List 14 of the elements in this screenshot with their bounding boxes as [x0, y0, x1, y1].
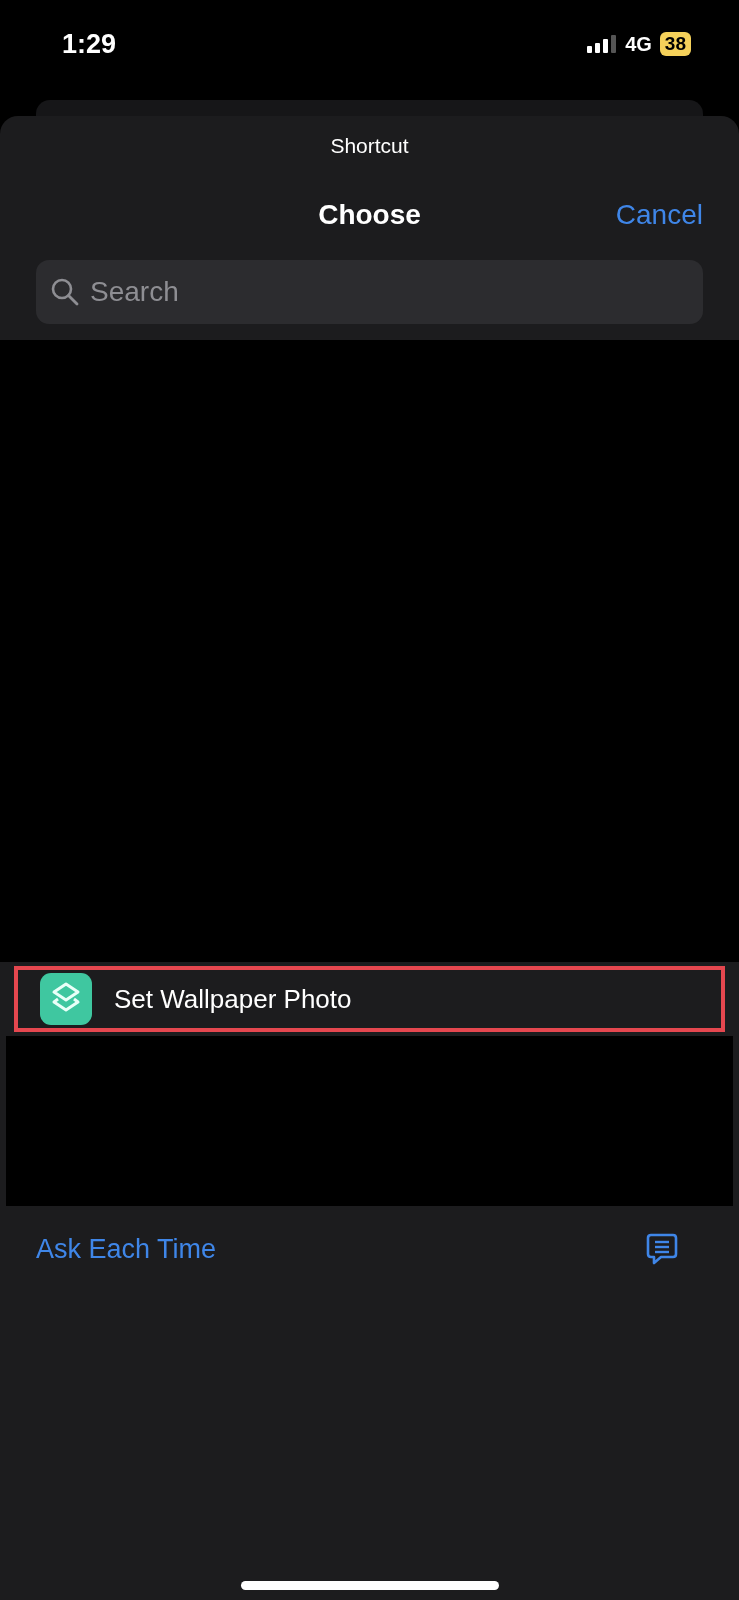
shortcut-name: Set Wallpaper Photo	[114, 983, 352, 1015]
layers-icon	[40, 973, 92, 1025]
sheet-subtitle: Shortcut	[329, 133, 410, 159]
cancel-button[interactable]: Cancel	[615, 199, 703, 231]
status-time: 1:29	[62, 28, 117, 60]
shortcut-row[interactable]: Set Wallpaper Photo	[14, 966, 725, 1032]
ask-each-time-button[interactable]: Ask Each Time	[36, 1233, 217, 1265]
search-field[interactable]: Search	[36, 260, 703, 324]
sheet-title: Choose	[318, 199, 421, 231]
signal-icon	[587, 35, 618, 53]
message-icon[interactable]	[645, 1232, 679, 1266]
search-icon	[50, 277, 80, 307]
network-label: 4G	[625, 32, 652, 56]
battery-indicator: 38	[659, 32, 691, 56]
